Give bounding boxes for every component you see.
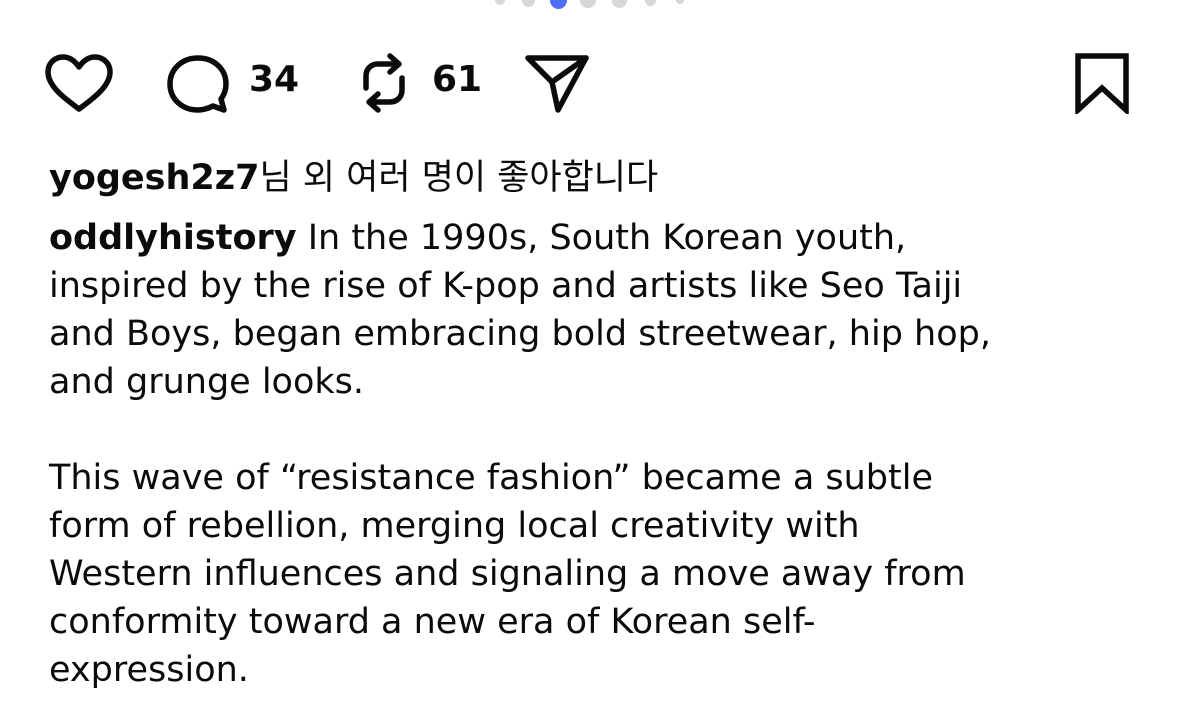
caption-line: Western influences and signaling a move … — [49, 554, 966, 594]
carousel-dot — [522, 0, 535, 7]
send-icon[interactable] — [522, 52, 592, 114]
bookmark-icon[interactable] — [1072, 52, 1132, 114]
carousel-dot — [495, 0, 505, 5]
repost-icon[interactable] — [354, 52, 414, 114]
likes-summary[interactable]: yogesh2z7님 외 여러 명이 좋아합니다 — [49, 154, 658, 202]
caption-line: inspired by the rise of K-pop and artist… — [49, 266, 963, 306]
caption-username[interactable]: oddlyhistory — [49, 218, 297, 258]
caption-line: conformity toward a new era of Korean se… — [49, 602, 816, 642]
carousel-dot-active — [550, 0, 567, 9]
carousel-dot — [612, 0, 627, 8]
post-action-bar: 34 61 — [44, 50, 1144, 114]
caption-text: In the 1990s, South Korean youth, — [296, 218, 907, 258]
caption-line: oddlyhistory In the 1990s, South Korean … — [49, 214, 1149, 262]
heart-icon[interactable] — [44, 54, 114, 112]
caption-line: and grunge looks. — [49, 362, 364, 402]
comment-icon[interactable] — [166, 54, 230, 114]
caption-line: expression. — [49, 650, 249, 690]
caption-paragraph-2: This wave of “resistance fashion” became… — [49, 454, 1149, 694]
caption-line: form of rebellion, merging local creativ… — [49, 506, 860, 546]
likes-suffix: 님 외 여러 명이 좋아합니다 — [259, 158, 659, 198]
carousel-dot — [676, 0, 684, 4]
caption-paragraph-1: oddlyhistory In the 1990s, South Korean … — [49, 214, 1149, 406]
repost-count[interactable]: 61 — [432, 58, 482, 102]
caption-line: This wave of “resistance fashion” became… — [49, 458, 934, 498]
carousel-dot — [645, 0, 656, 6]
caption-line: and Boys, began embracing bold streetwea… — [49, 314, 991, 354]
carousel-dot — [580, 0, 596, 8]
comment-count[interactable]: 34 — [249, 58, 299, 102]
carousel-indicator — [0, 0, 1179, 9]
post-caption: oddlyhistory In the 1990s, South Korean … — [49, 214, 1149, 694]
liker-username[interactable]: yogesh2z7 — [49, 158, 259, 198]
